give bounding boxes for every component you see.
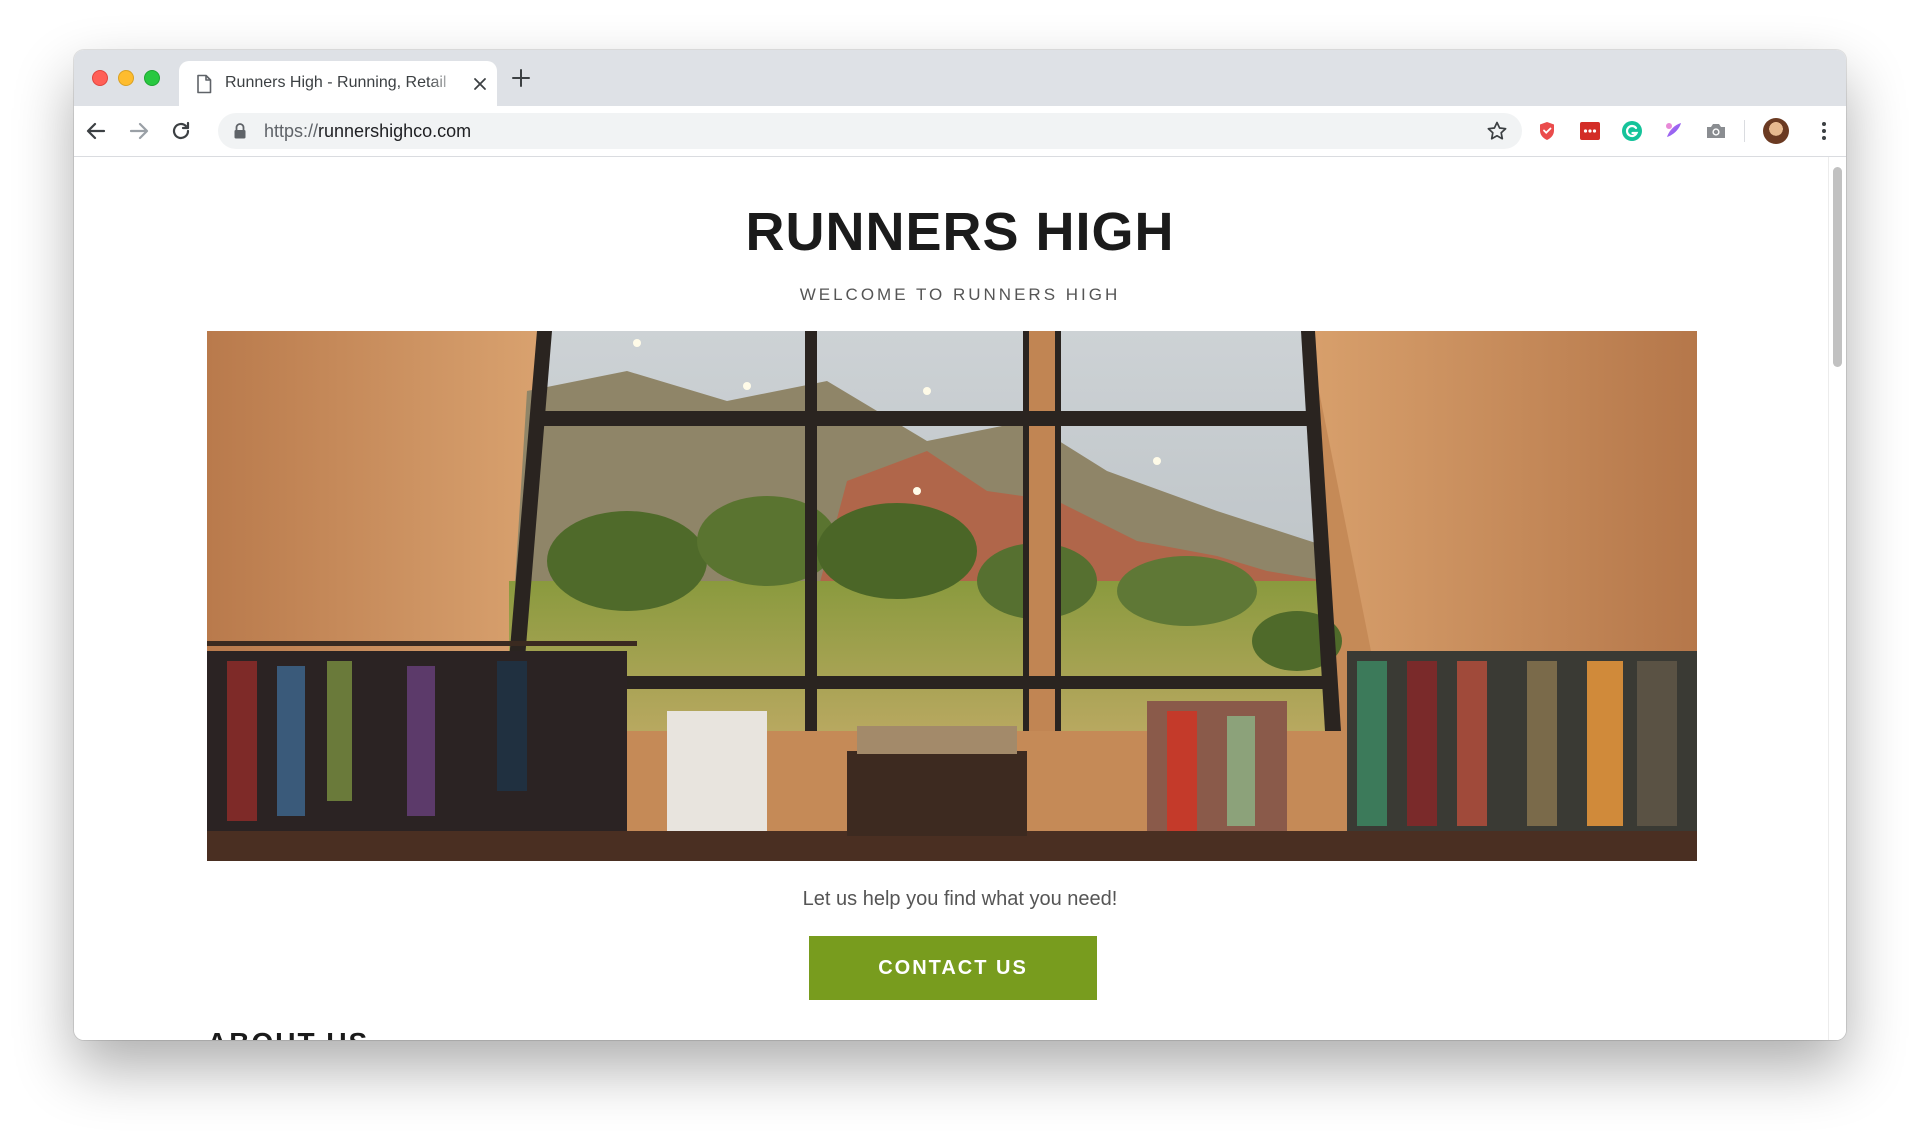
reload-icon[interactable] — [169, 119, 193, 143]
about-us-heading: ABOUT US — [207, 1027, 369, 1040]
star-icon[interactable] — [1486, 120, 1508, 142]
doc-icon — [197, 74, 212, 94]
camera-extension-icon[interactable] — [1704, 119, 1728, 143]
zoom-window-button[interactable] — [144, 70, 160, 86]
scrollbar-thumb[interactable] — [1833, 167, 1842, 367]
plus-icon[interactable] — [510, 67, 532, 89]
url-scheme: https:// — [264, 121, 319, 141]
tab-strip: Runners High - Running, Retail — [74, 50, 1846, 106]
browser-toolbar: https://runnershighco.com — [74, 106, 1846, 157]
site-title: RUNNERS HIGH — [745, 202, 1175, 262]
lock-icon[interactable] — [233, 122, 247, 140]
back-arrow-icon[interactable] — [84, 119, 108, 143]
close-window-button[interactable] — [92, 70, 108, 86]
color-extension-icon[interactable] — [1662, 119, 1686, 143]
toolbar-divider — [1744, 120, 1745, 142]
grammarly-extension-icon[interactable] — [1620, 119, 1644, 143]
kebab-menu-icon[interactable] — [1812, 119, 1836, 143]
forward-arrow-icon[interactable] — [127, 119, 151, 143]
minimize-window-button[interactable] — [118, 70, 134, 86]
url-host: runnershighco.com — [318, 121, 472, 141]
url-text[interactable]: https://runnershighco.com — [264, 121, 471, 142]
tab-title: Runners High - Running, Retail — [225, 74, 459, 92]
intro-text: Let us help you find what you need! — [802, 888, 1118, 910]
browser-window: Runners High - Running, Retail https://r… — [74, 50, 1846, 1040]
tab-active[interactable]: Runners High - Running, Retail — [179, 61, 497, 106]
contact-us-button[interactable]: CONTACT US — [809, 936, 1097, 1000]
shield-extension-icon[interactable] — [1535, 119, 1559, 143]
profile-avatar[interactable] — [1763, 118, 1789, 144]
page-scrollbar[interactable] — [1828, 157, 1846, 1040]
hero-image — [207, 331, 1697, 861]
address-bar[interactable]: https://runnershighco.com — [218, 113, 1522, 149]
lastpass-extension-icon[interactable] — [1578, 119, 1602, 143]
page-viewport: RUNNERS HIGH WELCOME TO RUNNERS HIGH Let… — [74, 157, 1846, 1040]
close-icon[interactable] — [471, 75, 489, 93]
site-tagline: WELCOME TO RUNNERS HIGH — [799, 285, 1121, 304]
